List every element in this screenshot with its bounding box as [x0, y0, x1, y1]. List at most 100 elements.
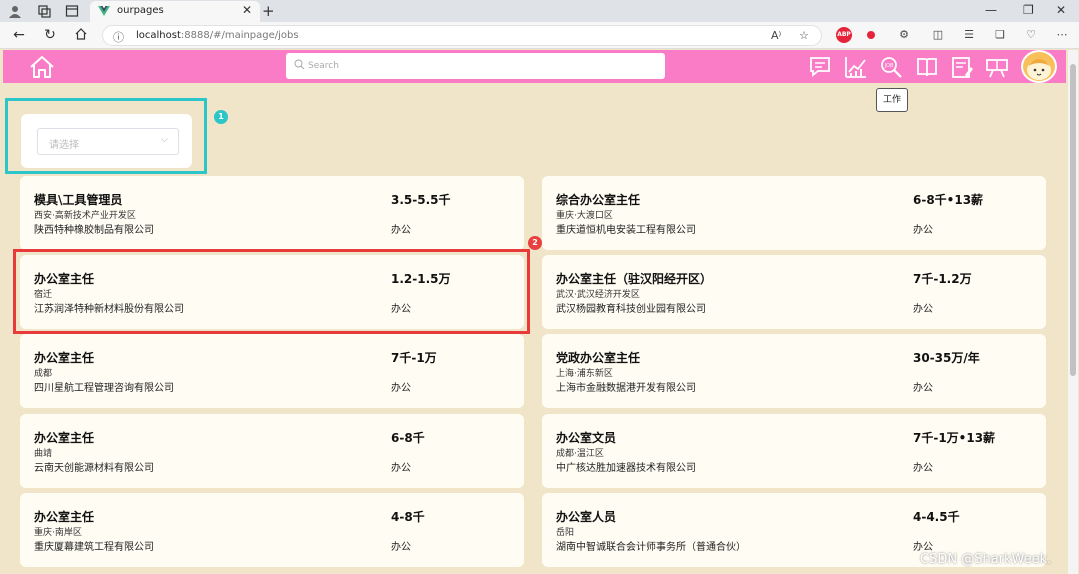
job-category: 办公	[391, 225, 411, 236]
page-scrollbar[interactable]	[1068, 50, 1078, 574]
job-company: 重庆厦幕建筑工程有限公司	[34, 542, 154, 553]
job-category: 办公	[391, 383, 411, 394]
split-screen-icon[interactable]: ◫	[930, 27, 946, 43]
close-tab-icon[interactable]: ✕	[242, 3, 252, 17]
resume-icon[interactable]	[950, 55, 974, 79]
job-salary: 7千-1万•13薪	[913, 431, 996, 445]
job-card[interactable]: 模具\工具管理员 3.5-5.5千 西安·高新技术产业开发区 陕西特种橡胶制品有…	[20, 176, 524, 250]
job-card[interactable]: 办公室主任（驻汉阳经开区） 7千-1.2万 武汉·武汉经济开发区 武汉杨园教育科…	[542, 255, 1046, 329]
job-search-icon[interactable]: JOB	[879, 55, 903, 79]
highlight-box-job	[13, 249, 530, 334]
job-category: 办公	[391, 542, 411, 553]
job-location: 武汉·武汉经济开发区	[556, 290, 640, 300]
job-title: 办公室人员	[556, 510, 617, 524]
close-window-icon[interactable]: ✕	[1056, 3, 1066, 17]
job-category: 办公	[913, 304, 933, 315]
svg-text:JOB: JOB	[884, 63, 894, 69]
job-category: 办公	[391, 463, 411, 474]
annotation-badge-1: 1	[214, 110, 228, 124]
job-company: 武汉杨园教育科技创业园有限公司	[556, 304, 706, 315]
job-card[interactable]: 办公室文员 7千-1万•13薪 成都·温江区 中广核达胜加速器技术有限公司 办公	[542, 414, 1046, 488]
job-company: 重庆道恒机电安装工程有限公司	[556, 225, 696, 236]
job-card[interactable]: 办公室主任 7千-1万 成都 四川星航工程管理咨询有限公司 办公	[20, 334, 524, 408]
back-icon[interactable]: ←	[11, 27, 27, 43]
favorite-star-icon[interactable]: ☆	[799, 29, 809, 42]
search-box	[286, 53, 665, 79]
scrollbar-thumb[interactable]	[1070, 64, 1076, 376]
job-category: 办公	[913, 225, 933, 236]
search-input[interactable]	[308, 57, 648, 75]
job-category: 办公	[913, 383, 933, 394]
job-company: 陕西特种橡胶制品有限公司	[34, 225, 154, 236]
job-location: 上海·浦东新区	[556, 369, 613, 379]
collections-icon[interactable]	[37, 4, 51, 18]
annotation-badge-2: 2	[528, 236, 542, 250]
job-salary: 7千-1万	[391, 351, 437, 365]
job-company: 中广核达胜加速器技术有限公司	[556, 463, 696, 474]
url-text: localhost:8888/#/mainpage/jobs	[136, 30, 299, 41]
job-title: 办公室主任	[34, 351, 95, 365]
job-company: 上海市金融数据港开发有限公司	[556, 383, 696, 394]
job-location: 曲靖	[34, 449, 53, 459]
job-location: 重庆·南岸区	[34, 528, 82, 538]
more-menu-icon[interactable]: ⋯	[1054, 27, 1070, 43]
job-company: 湖南中智诚联合会计师事务所（普通合伙）	[556, 542, 746, 553]
job-title: 办公室文员	[556, 431, 617, 445]
maximize-icon[interactable]: ❐	[1023, 3, 1034, 17]
job-salary: 3.5-5.5千	[391, 193, 451, 207]
favorites-icon[interactable]: ☰	[961, 27, 977, 43]
read-aloud-icon[interactable]: A⁾	[771, 29, 781, 42]
address-bar[interactable]: ⓘ localhost:8888/#/mainpage/jobs A⁾ ☆	[102, 25, 822, 46]
select-placeholder: 请选择	[49, 140, 79, 151]
book-icon[interactable]	[915, 55, 939, 79]
tab-ourpages[interactable]: ourpages ✕	[90, 1, 260, 22]
job-salary: 4-4.5千	[913, 510, 960, 524]
tab-actions-icon[interactable]	[65, 4, 79, 18]
collections-toolbar-icon[interactable]: ❏	[992, 27, 1008, 43]
new-tab-icon[interactable]: +	[262, 2, 275, 20]
minimize-icon[interactable]: —	[985, 3, 997, 17]
job-salary: 6-8千•13薪	[913, 193, 984, 207]
chart-icon[interactable]	[844, 55, 868, 79]
job-salary: 7千-1.2万	[913, 272, 972, 286]
job-company: 四川星航工程管理咨询有限公司	[34, 383, 174, 394]
job-salary: 6-8千	[391, 431, 425, 445]
job-card[interactable]: 综合办公室主任 6-8千•13薪 重庆·大渡口区 重庆道恒机电安装工程有限公司 …	[542, 176, 1046, 250]
watermark: CSDN @SharkWeek.	[920, 552, 1052, 567]
job-card[interactable]: 办公室主任 4-8千 重庆·南岸区 重庆厦幕建筑工程有限公司 办公	[20, 493, 524, 567]
refresh-icon[interactable]: ↻	[42, 27, 58, 43]
job-title: 党政办公室主任	[556, 351, 641, 365]
app-header: JOB	[3, 50, 1066, 83]
job-title: 模具\工具管理员	[34, 193, 123, 207]
user-avatar[interactable]	[1021, 50, 1057, 83]
search-icon	[294, 59, 305, 70]
job-card[interactable]: 党政办公室主任 30-35万/年 上海·浦东新区 上海市金融数据港开发有限公司 …	[542, 334, 1046, 408]
job-salary: 4-8千	[391, 510, 425, 524]
home-icon[interactable]	[29, 55, 55, 79]
job-card[interactable]: 办公室主任 6-8千 曲靖 云南天创能源材料有限公司 办公	[20, 414, 524, 488]
browser-toolbar: ← ↻ ⓘ localhost:8888/#/mainpage/jobs A⁾ …	[0, 22, 1079, 49]
extension-red-icon[interactable]	[864, 27, 880, 43]
extensions-icon[interactable]: ⚙	[896, 27, 912, 43]
job-title: 办公室主任	[34, 431, 95, 445]
adblock-icon[interactable]: ABP	[836, 27, 852, 43]
site-info-icon[interactable]: ⓘ	[113, 29, 124, 45]
job-title: 办公室主任（驻汉阳经开区）	[556, 272, 713, 286]
job-location: 岳阳	[556, 528, 575, 538]
profile-icon[interactable]	[8, 4, 22, 18]
job-title: 办公室主任	[34, 510, 95, 524]
browser-essentials-icon[interactable]: ♡	[1023, 27, 1039, 43]
job-location: 重庆·大渡口区	[556, 211, 613, 221]
category-select[interactable]: 请选择 ⌵	[37, 128, 179, 155]
home-browser-icon[interactable]	[73, 27, 89, 45]
browser-tab-bar: ourpages ✕ + — ❐ ✕	[0, 0, 1079, 22]
job-company: 云南天创能源材料有限公司	[34, 463, 154, 474]
certificate-icon[interactable]	[985, 55, 1009, 79]
job-salary: 30-35万/年	[913, 351, 980, 365]
job-location: 西安·高新技术产业开发区	[34, 211, 136, 221]
job-location: 成都	[34, 369, 53, 379]
job-category: 办公	[913, 542, 933, 553]
job-title: 综合办公室主任	[556, 193, 641, 207]
chevron-down-icon: ⌵	[161, 135, 168, 145]
message-icon[interactable]	[808, 55, 832, 79]
